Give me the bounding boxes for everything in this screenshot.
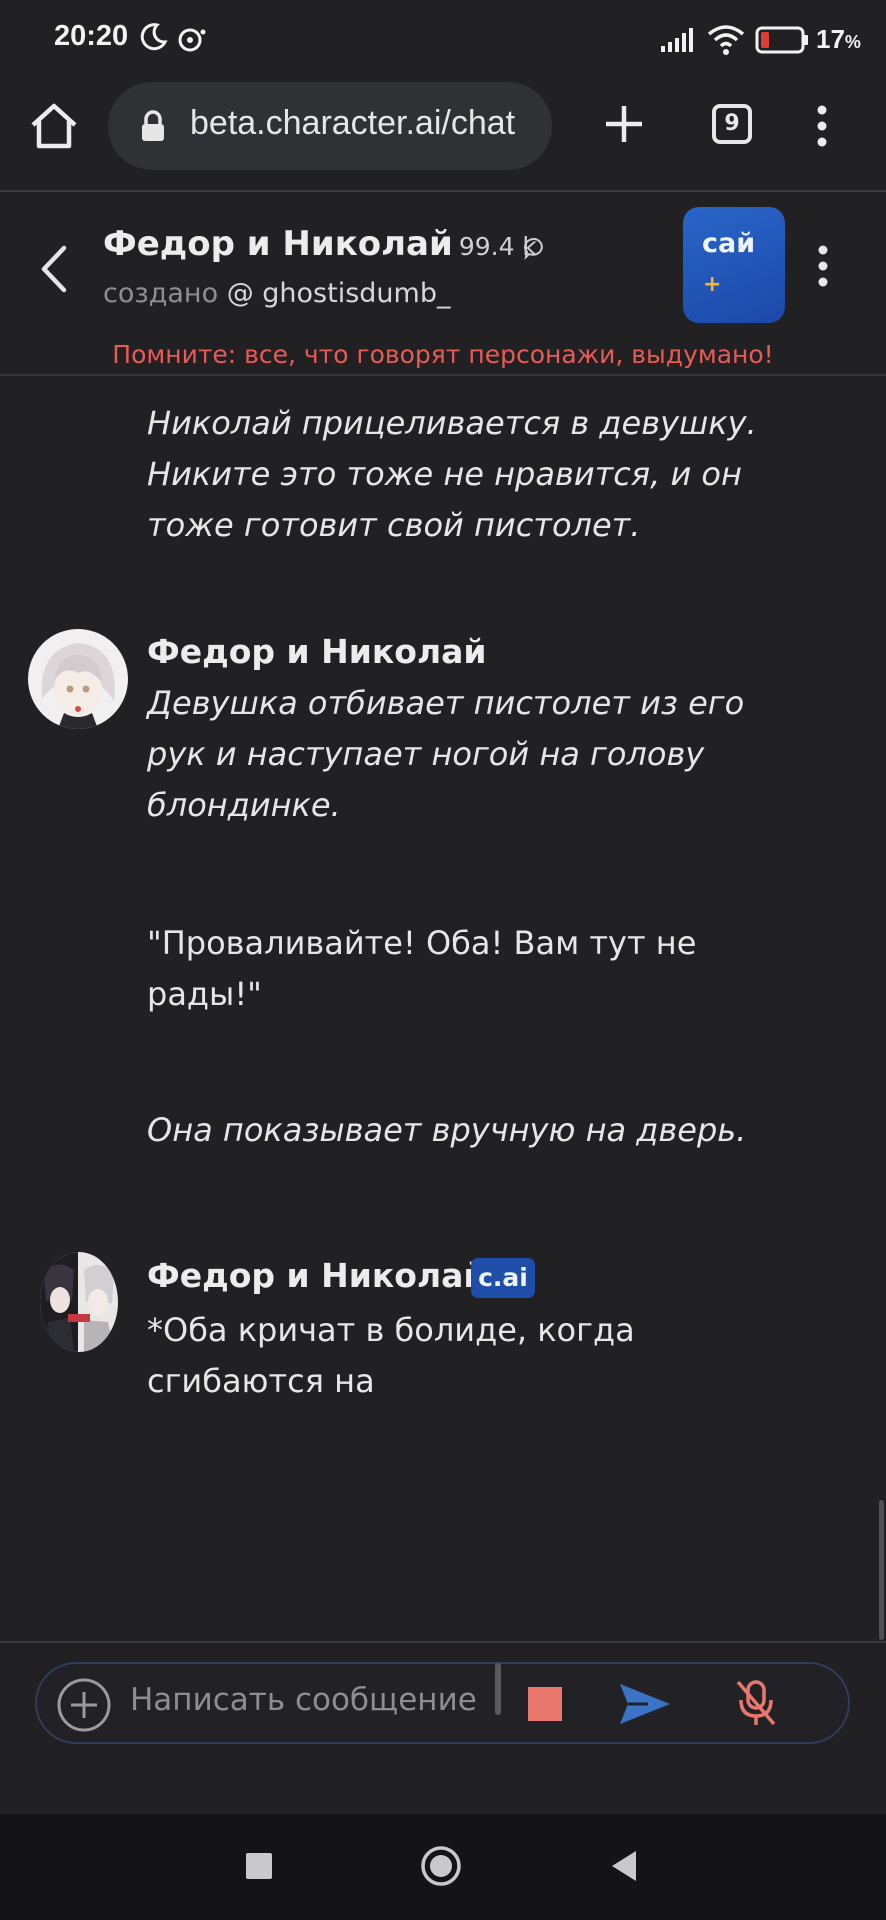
plus-subscription-button[interactable]: [683, 207, 785, 323]
disclaimer-text: Помните: все, что говорят персонажи, выд…: [112, 340, 774, 369]
back-triangle-icon[interactable]: [608, 1849, 640, 1883]
character-avatar[interactable]: [40, 1252, 118, 1352]
battery-icon: [755, 26, 808, 54]
chat-menu-icon[interactable]: [813, 244, 833, 288]
scrollbar[interactable]: [879, 1500, 884, 1640]
sender-name: Федор и Николай: [147, 1256, 487, 1295]
browser-menu-icon[interactable]: [812, 104, 832, 148]
message-text: Она показывает вручную на дверь.: [147, 1111, 747, 1149]
status-time: 20:20: [54, 20, 129, 52]
cai-badge: c.ai: [471, 1258, 535, 1298]
chat-bubble-icon: [524, 237, 543, 260]
home-icon[interactable]: [28, 100, 80, 152]
character-avatar[interactable]: [28, 629, 128, 729]
tab-switcher-button[interactable]: 9: [712, 104, 752, 144]
url-text[interactable]: beta.character.ai/chat: [190, 104, 536, 143]
input-scrollbar: [495, 1663, 501, 1715]
battery-percentage: 17%: [816, 24, 861, 54]
add-circle-icon[interactable]: [56, 1677, 112, 1733]
stop-icon[interactable]: [528, 1687, 562, 1721]
wifi-icon: [707, 25, 745, 55]
new-tab-plus-icon[interactable]: [600, 100, 648, 148]
moon-icon: [140, 23, 168, 51]
sender-name: Федор и Николай: [147, 632, 487, 671]
message-text: *Оба кричат в болиде, когда сгибаются на: [147, 1311, 635, 1400]
plus-label: сай: [702, 228, 756, 259]
mic-off-icon[interactable]: [733, 1678, 779, 1728]
message-text: Николай прицеливается в девушку. Никите …: [147, 404, 757, 544]
send-icon[interactable]: [618, 1680, 672, 1728]
message-input[interactable]: Написать сообщение: [130, 1680, 488, 1740]
recents-square-icon[interactable]: [246, 1853, 272, 1879]
plus-sign: +: [703, 272, 722, 297]
character-name[interactable]: Федор и Николай 99.4 k: [103, 224, 537, 264]
creator-line[interactable]: создано @ ghostisdumb_: [103, 278, 450, 309]
lock-icon: [142, 110, 164, 141]
status-bar: [0, 0, 886, 78]
signal-icon: [661, 28, 693, 52]
divider: [0, 1641, 886, 1643]
home-circle-icon[interactable]: [420, 1845, 462, 1887]
message-text: Девушка отбивает пистолет из его рук и н…: [147, 684, 745, 824]
message-text: "Проваливайте! Оба! Вам тут не рады!": [147, 924, 697, 1013]
alarm-icon: [178, 28, 206, 52]
back-arrow-icon[interactable]: [36, 244, 76, 294]
